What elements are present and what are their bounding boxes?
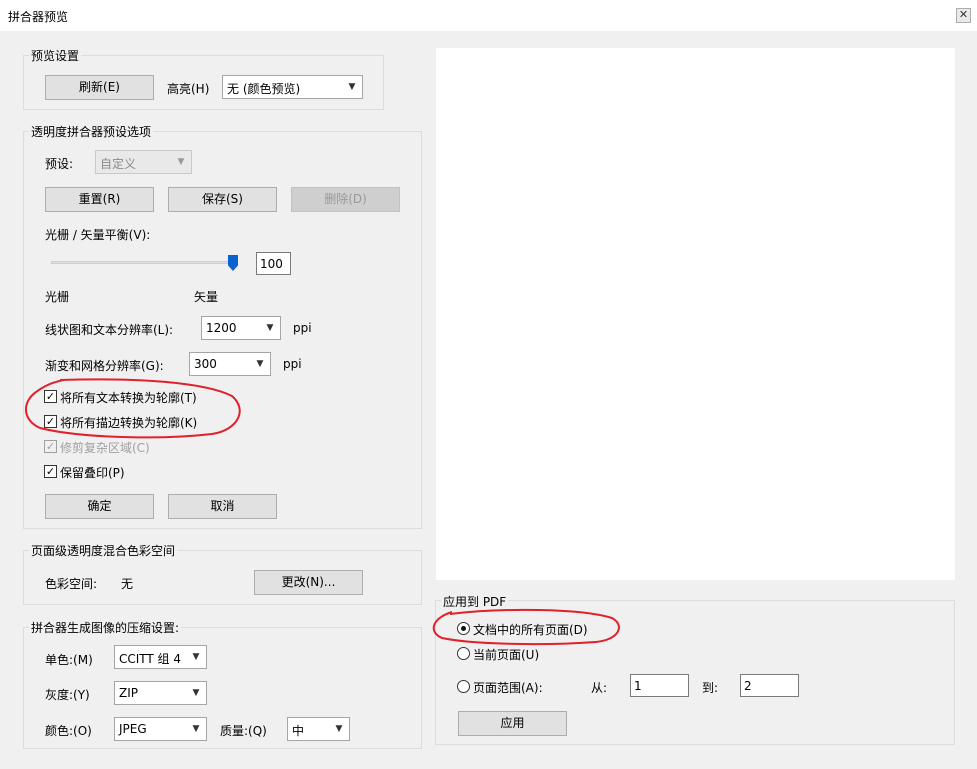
- gradient-res-label: 渐变和网格分辨率(G):: [45, 359, 164, 373]
- mono-value: CCITT 组 4: [119, 652, 182, 666]
- convert-strokes-label[interactable]: 将所有描边转换为轮廓(K): [60, 414, 197, 431]
- highlight-select[interactable]: 无 (颜色预览) ▼: [222, 75, 363, 99]
- gradient-res-value: 300: [194, 357, 217, 371]
- chevron-down-icon: ▼: [256, 359, 264, 369]
- convert-strokes-checkbox[interactable]: ✓: [44, 415, 57, 428]
- mono-select[interactable]: CCITT 组 4 ▼: [114, 645, 207, 669]
- all-pages-label[interactable]: 文档中的所有页面(D): [473, 621, 588, 638]
- convert-text-checkbox[interactable]: ✓: [44, 390, 57, 403]
- color-select[interactable]: JPEG ▼: [114, 717, 207, 741]
- line-res-select[interactable]: 1200 ▼: [201, 316, 281, 340]
- page-range-radio[interactable]: [457, 680, 470, 693]
- chevron-down-icon: ▼: [192, 652, 200, 662]
- chevron-down-icon: ▼: [192, 688, 200, 698]
- preview-settings-legend: 预览设置: [29, 47, 82, 64]
- convert-text-label[interactable]: 将所有文本转换为轮廓(T): [60, 389, 197, 406]
- preserve-overprint-checkbox[interactable]: ✓: [44, 465, 57, 478]
- color-label: 颜色:(O): [45, 724, 92, 738]
- gradient-res-unit: ppi: [283, 357, 302, 371]
- page-range-label[interactable]: 页面范围(A):: [473, 679, 543, 696]
- balance-value: 100: [260, 257, 283, 271]
- from-label: 从:: [591, 681, 608, 695]
- ok-button[interactable]: 确定: [45, 494, 154, 519]
- quality-value: 中: [292, 724, 305, 738]
- flattener-preset-legend: 透明度拼合器预设选项: [29, 123, 154, 140]
- balance-label: 光栅 / 矢量平衡(V):: [45, 228, 151, 242]
- clip-complex-checkbox[interactable]: ✓: [44, 440, 57, 453]
- colorspace-value: 无: [121, 577, 134, 591]
- change-colorspace-button[interactable]: 更改(N)...: [254, 570, 363, 595]
- chevron-down-icon: ▼: [266, 323, 274, 333]
- balance-input[interactable]: 100: [256, 252, 291, 275]
- title-bar: 拼合器预览 ✕: [0, 0, 977, 31]
- preset-value: 自定义: [100, 157, 137, 171]
- line-res-value: 1200: [206, 321, 237, 335]
- gradient-res-select[interactable]: 300 ▼: [189, 352, 271, 376]
- preset-label: 预设:: [45, 157, 74, 171]
- clip-complex-label: 修剪复杂区域(C): [60, 441, 150, 455]
- balance-slider-track[interactable]: [51, 261, 233, 264]
- save-button[interactable]: 保存(S): [168, 187, 277, 212]
- vector-label: 矢量: [194, 290, 219, 304]
- current-page-label[interactable]: 当前页面(U): [473, 646, 539, 663]
- line-res-label: 线状图和文本分辨率(L):: [45, 323, 174, 337]
- gray-value: ZIP: [119, 686, 138, 700]
- blend-space-legend: 页面级透明度混合色彩空间: [29, 542, 178, 559]
- close-button[interactable]: ✕: [956, 8, 971, 23]
- chevron-down-icon: ▼: [177, 157, 185, 167]
- from-input[interactable]: 1: [630, 674, 689, 697]
- current-page-radio[interactable]: [457, 647, 470, 660]
- gray-label: 灰度:(Y): [45, 688, 90, 702]
- compression-legend: 拼合器生成图像的压缩设置:: [29, 619, 182, 636]
- highlight-label: 高亮(H): [167, 82, 210, 96]
- to-input[interactable]: 2: [740, 674, 799, 697]
- quality-select[interactable]: 中 ▼: [287, 717, 350, 741]
- quality-label: 质量:(Q): [220, 724, 267, 738]
- delete-button[interactable]: 删除(D): [291, 187, 400, 212]
- highlight-value: 无 (颜色预览): [227, 82, 301, 96]
- preset-select[interactable]: 自定义 ▼: [95, 150, 192, 174]
- from-value: 1: [634, 679, 642, 693]
- window-title: 拼合器预览: [8, 10, 69, 24]
- color-value: JPEG: [119, 722, 147, 736]
- reset-button[interactable]: 重置(R): [45, 187, 154, 212]
- all-pages-radio[interactable]: [457, 622, 470, 635]
- preserve-overprint-label[interactable]: 保留叠印(P): [60, 464, 125, 481]
- chevron-down-icon: ▼: [335, 724, 343, 734]
- colorspace-label: 色彩空间:: [45, 577, 98, 591]
- line-res-unit: ppi: [293, 321, 312, 335]
- chevron-down-icon: ▼: [348, 82, 356, 92]
- raster-label: 光栅: [45, 290, 70, 304]
- close-icon: ✕: [958, 8, 969, 21]
- apply-button[interactable]: 应用: [458, 711, 567, 736]
- refresh-button[interactable]: 刷新(E): [45, 75, 154, 100]
- gray-select[interactable]: ZIP ▼: [114, 681, 207, 705]
- to-value: 2: [744, 679, 752, 693]
- apply-pdf-legend: 应用到 PDF: [441, 593, 509, 610]
- cancel-button[interactable]: 取消: [168, 494, 277, 519]
- to-label: 到:: [702, 681, 719, 695]
- chevron-down-icon: ▼: [192, 724, 200, 734]
- flattener-preview-pane[interactable]: [436, 48, 955, 580]
- mono-label: 单色:(M): [45, 653, 93, 667]
